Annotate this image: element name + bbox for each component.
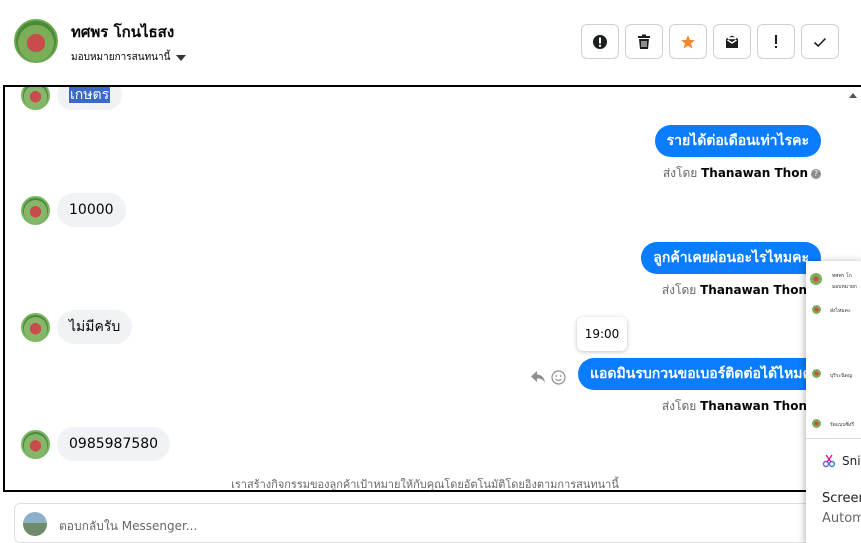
contact-name[interactable]: ทศพร โกนไธสง (71, 20, 174, 44)
reply-composer[interactable]: ตอบกลับใน Messenger... (14, 503, 834, 543)
star-button[interactable] (669, 24, 707, 59)
contact-avatar-small (21, 196, 50, 225)
alert-circle-icon (593, 34, 607, 49)
mini-text: มอบหมายก (832, 284, 857, 290)
app-name: Sni (842, 454, 861, 468)
mark-unread-button[interactable] (713, 24, 751, 59)
incoming-message[interactable]: 0985987580 (57, 427, 171, 461)
delete-button[interactable] (625, 24, 663, 59)
mini-text: รัดแบบซิ่งรี (830, 422, 855, 428)
mini-avatar (810, 273, 822, 285)
notification-title: Screen (822, 491, 861, 506)
incoming-message[interactable]: 10000 (57, 193, 126, 227)
outgoing-message[interactable]: แอดมินรบกวนขอเบอร์ติดต่อได้ไหมคะ (578, 358, 840, 390)
conversation-header: ทศพร โกนไธสง มอบหมายการสนทนานี้ (0, 0, 861, 84)
exclamation-icon (775, 34, 777, 48)
sender-name: Thanawan Thon (701, 166, 808, 180)
conversation-toolbar (581, 24, 839, 59)
incoming-message[interactable]: ไม่มีครับ (57, 310, 133, 344)
assign-conversation-dropdown[interactable]: มอบหมายการสนทนานี้ (71, 50, 187, 65)
reply-input[interactable]: ตอบกลับใน Messenger... (59, 517, 197, 536)
contact-avatar-small (21, 87, 50, 110)
sent-by-label: ส่งโดย Thanawan Thon? (663, 164, 821, 183)
mini-text: ส่งไหมคะ (830, 308, 851, 314)
help-icon[interactable]: ? (811, 168, 821, 179)
reply-icon[interactable] (530, 370, 546, 384)
contact-avatar-small (21, 430, 50, 459)
trash-icon (638, 34, 650, 49)
follow-up-button[interactable] (757, 24, 795, 59)
contact-avatar-small (21, 313, 50, 342)
page-avatar (23, 512, 47, 536)
notification-body: Autom (822, 511, 861, 526)
mini-text: ทศพร โก (832, 273, 852, 279)
screenshot-notification[interactable]: ทศพร โก มอบหมายก ส่งไหมคะ บุริระนิดญ รัด… (806, 261, 861, 543)
contact-avatar[interactable] (14, 19, 58, 63)
spam-button[interactable] (581, 24, 619, 59)
assign-label: มอบหมายการสนทนานี้ (71, 52, 171, 63)
caret-down-icon (176, 54, 187, 61)
timestamp-tooltip: 19:00 (577, 317, 627, 351)
sender-name: Thanawan Thon (700, 399, 807, 413)
mini-avatar (812, 305, 821, 314)
mini-avatar (812, 419, 821, 428)
message-text: เกษตร (69, 87, 111, 103)
sender-name: Thanawan Thon (700, 283, 807, 297)
sent-by-label: ส่งโดย Thanawan Thon (661, 399, 807, 413)
mark-done-button[interactable] (801, 24, 839, 59)
emoji-reaction-icon[interactable] (551, 370, 566, 385)
scroll-up-arrow-icon[interactable] (849, 93, 857, 98)
sent-by-label: ส่งโดย Thanawan Thon (661, 283, 807, 297)
mini-text: บุริระนิดญ (830, 373, 853, 379)
incoming-message[interactable]: เกษตร (57, 87, 123, 110)
screenshot-thumbnail[interactable]: ทศพร โก มอบหมายก ส่งไหมคะ บุริระนิดญ รัด… (806, 261, 861, 439)
snipping-tool-icon (822, 454, 836, 468)
mini-avatar (812, 369, 821, 378)
mark-unread-icon (726, 35, 738, 48)
outgoing-message[interactable]: รายได้ต่อเดือนเท่าไรคะ (654, 125, 821, 157)
outgoing-message[interactable]: ลูกค้าเคยผ่อนอะไรไหมคะ (641, 242, 821, 274)
star-icon (681, 34, 695, 48)
message-thread[interactable]: เกษตร รายได้ต่อเดือนเท่าไรคะ ส่งโดย Than… (3, 85, 861, 492)
check-icon (813, 37, 827, 47)
snipping-tool-label: Sni (822, 454, 861, 468)
auto-activity-note: เราสร้างกิจกรรมของลูกค้าเป้าหมายให้กับคุ… (231, 478, 619, 491)
